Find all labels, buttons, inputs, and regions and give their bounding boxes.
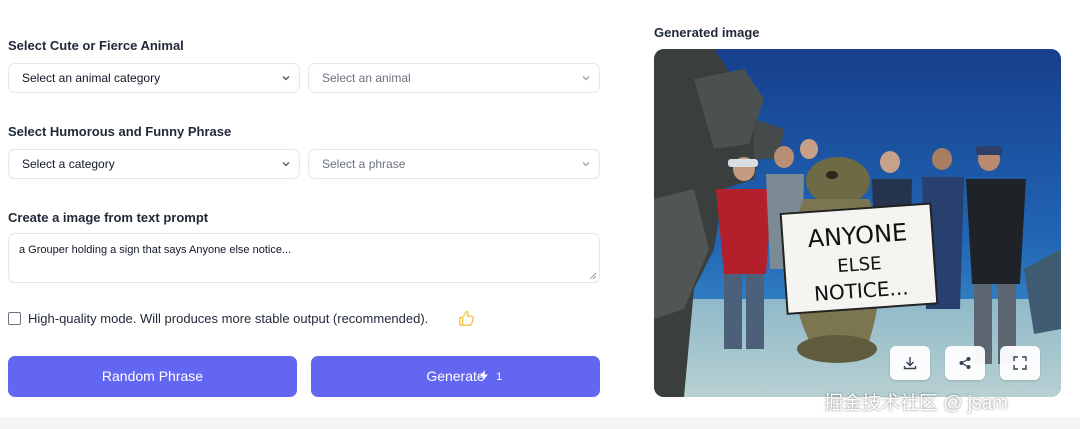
share-button[interactable] xyxy=(945,346,985,380)
fullscreen-button[interactable] xyxy=(1000,346,1040,380)
download-icon xyxy=(903,357,917,370)
random-phrase-button[interactable]: Random Phrase xyxy=(8,356,297,397)
animal-select-value: Select an animal xyxy=(322,71,411,85)
prompt-text: a Grouper holding a sign that says Anyon… xyxy=(19,244,292,256)
generate-button[interactable]: Generate xyxy=(311,356,600,397)
lightning-icon xyxy=(480,370,488,381)
high-quality-checkbox[interactable] xyxy=(8,312,21,325)
share-icon xyxy=(959,357,971,369)
random-phrase-label: Random Phrase xyxy=(101,368,204,384)
generated-image-art: ANYONE ELSE NOTICE... xyxy=(654,49,1061,397)
phrase-category-select-value: Select a category xyxy=(22,157,115,171)
generate-label: Generate xyxy=(426,368,485,384)
chevron-down-icon xyxy=(582,162,590,167)
phrase-select-value: Select a phrase xyxy=(322,157,406,171)
bottom-divider xyxy=(0,417,1080,429)
thumbs-up-icon xyxy=(459,310,475,326)
animal-section-label: Select Cute or Fierce Animal xyxy=(8,38,184,53)
resize-grip-icon[interactable] xyxy=(589,272,597,280)
phrase-category-select[interactable]: Select a category xyxy=(8,149,300,179)
generate-credits-count: 1 xyxy=(496,371,503,383)
generated-image[interactable]: ANYONE ELSE NOTICE... xyxy=(654,49,1061,397)
chevron-down-icon xyxy=(282,162,290,167)
animal-category-select-value: Select an animal category xyxy=(22,71,161,85)
animal-category-select[interactable]: Select an animal category xyxy=(8,63,300,93)
prompt-textarea[interactable]: a Grouper holding a sign that says Anyon… xyxy=(8,233,600,283)
sign-line-2: ELSE xyxy=(837,253,883,277)
download-button[interactable] xyxy=(890,346,930,380)
generated-image-title: Generated image xyxy=(654,25,760,40)
chevron-down-icon xyxy=(282,76,290,81)
phrase-section-label: Select Humorous and Funny Phrase xyxy=(8,124,232,139)
phrase-select[interactable]: Select a phrase xyxy=(308,149,600,179)
high-quality-label: High-quality mode. Will produces more st… xyxy=(28,311,429,326)
prompt-section-label: Create a image from text prompt xyxy=(8,210,209,225)
chevron-down-icon xyxy=(582,76,590,81)
animal-select[interactable]: Select an animal xyxy=(308,63,600,93)
fullscreen-icon xyxy=(1013,356,1027,370)
watermark: 掘金技术社区 @ jsam xyxy=(824,393,1008,414)
generate-credits: 1 xyxy=(480,370,502,383)
